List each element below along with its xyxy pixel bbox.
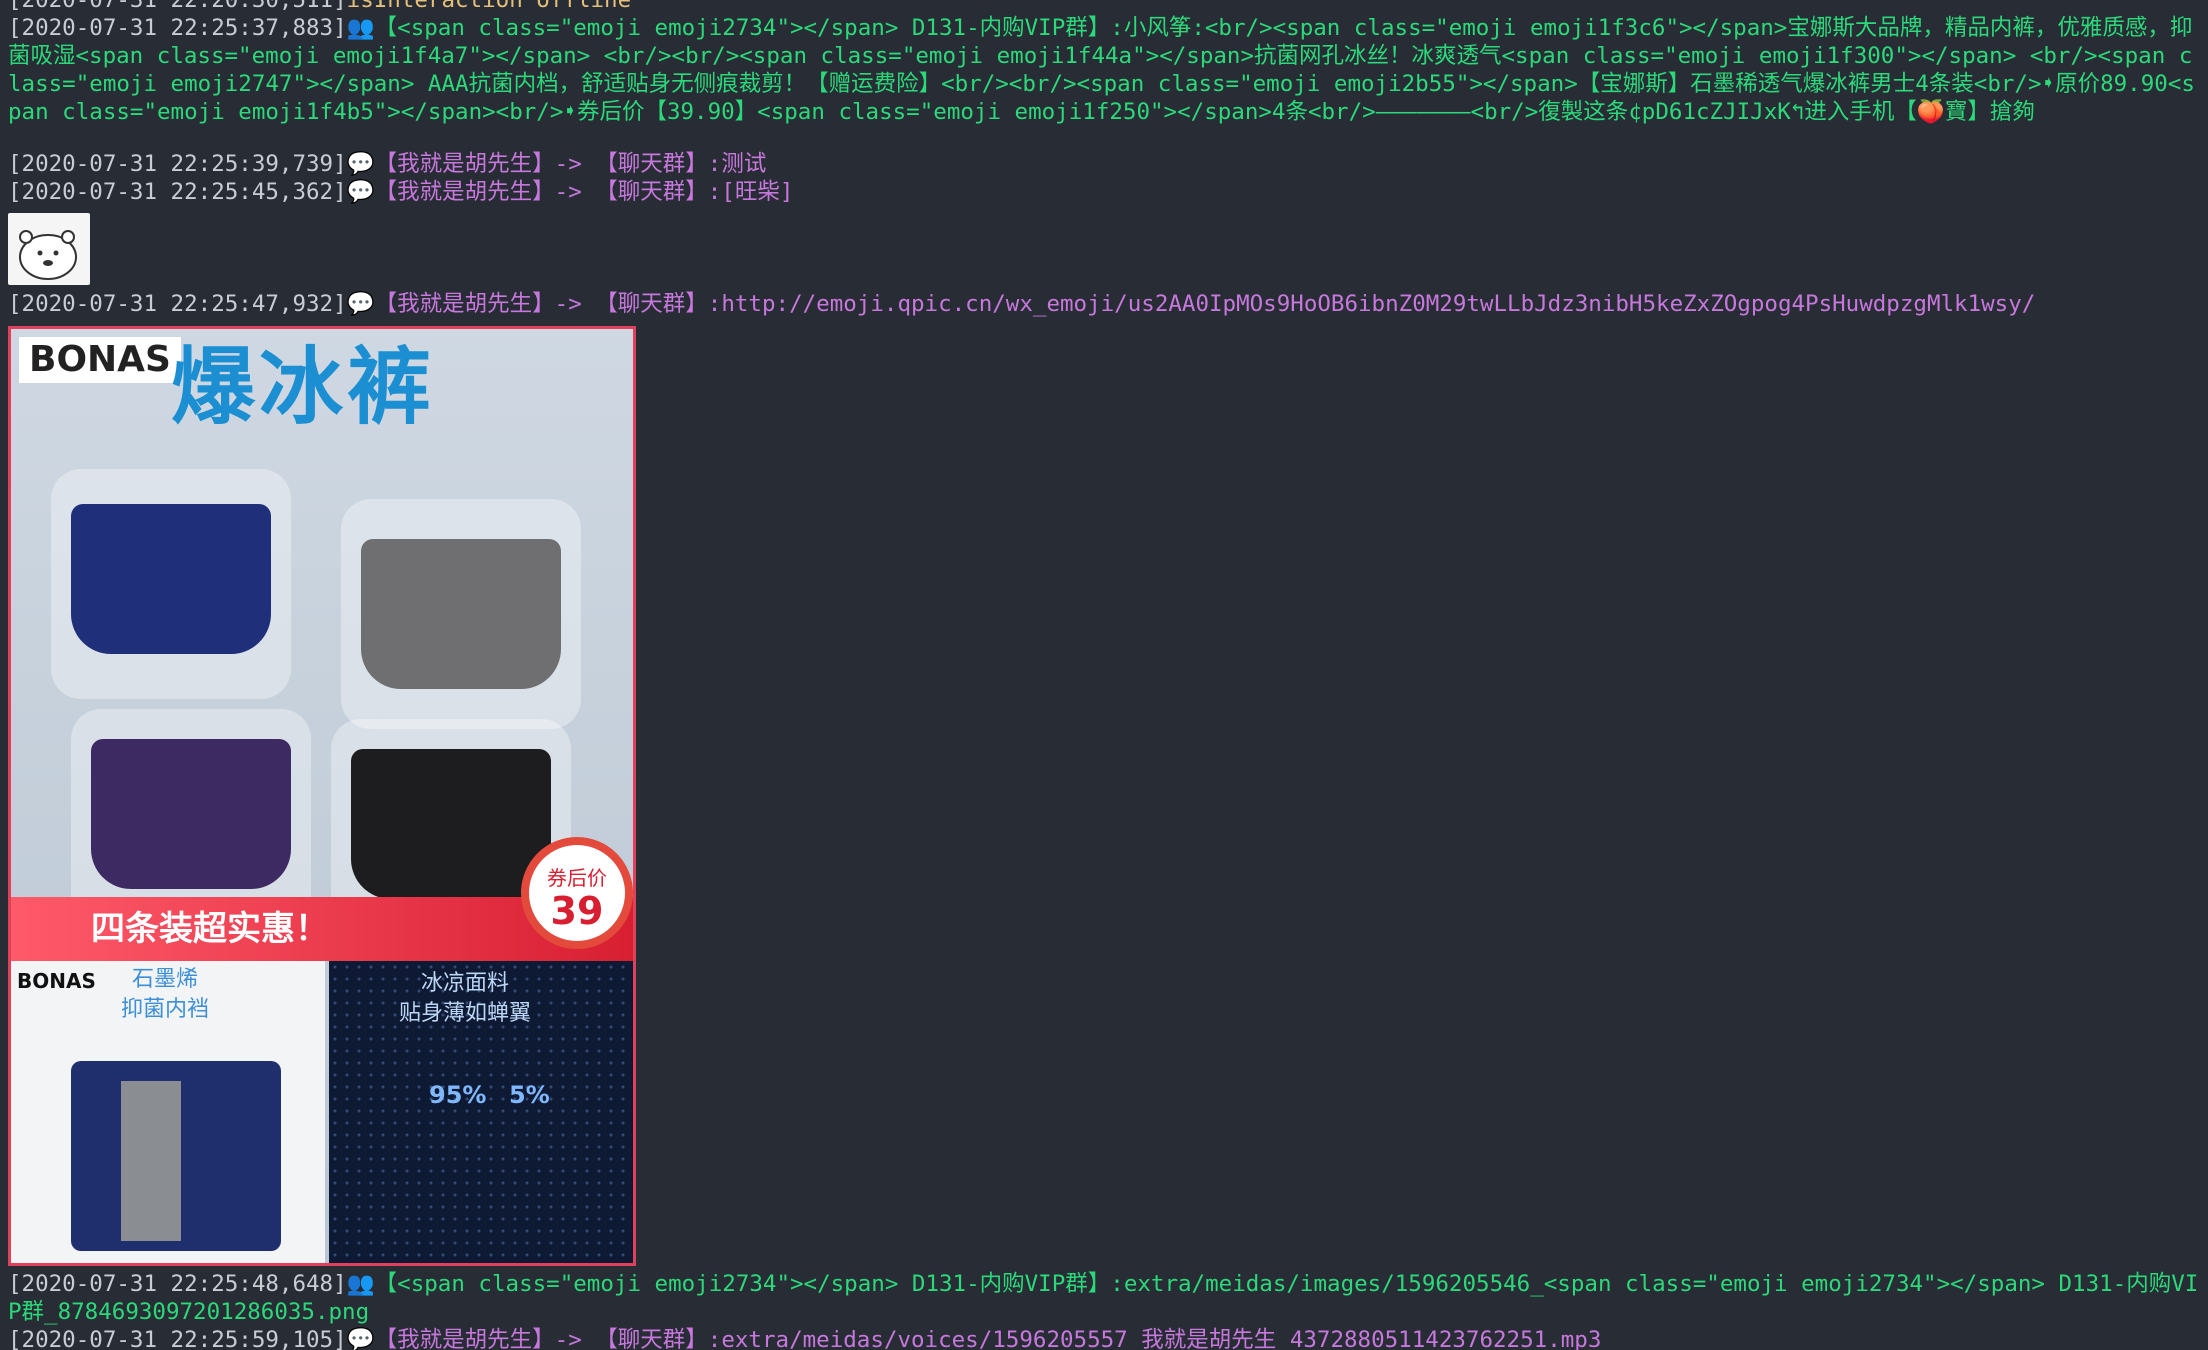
- timestamp: [2020-07-31 22:25:37,883]: [8, 15, 347, 41]
- log-line-group-message: [2020-07-31 22:25:37,883]👥【<span class="…: [8, 14, 2200, 126]
- small-brand-logo: BONAS: [17, 969, 96, 993]
- log-text: isInteraction offline: [346, 0, 632, 13]
- private-message-text[interactable]: 【我就是胡先生】-> 【聊天群】:http://emoji.qpic.cn/wx…: [375, 291, 2036, 317]
- product-navy: [71, 504, 271, 654]
- badge-value: 39: [550, 889, 604, 933]
- timestamp: [2020-07-31 22:25:39,739]: [8, 151, 347, 177]
- log-line-private-message: [2020-07-31 22:25:47,932]💬【我就是胡先生】-> 【聊天…: [8, 290, 2200, 318]
- timestamp: [2020-07-31 22:25:45,362]: [8, 179, 347, 205]
- feature-panel-right: 冰凉面料 贴身薄如蝉翼 95% 5%: [329, 961, 633, 1263]
- product-poster-image[interactable]: BONAS 爆冰裤 四条装超实惠！ 券后价 39 BONAS 石墨烯 抑菌内裆 …: [8, 326, 636, 1266]
- log-line-private-message: [2020-07-31 22:25:59,105]💬【我就是胡先生】-> 【聊天…: [8, 1326, 2200, 1350]
- poster-headline: 爆冰裤: [171, 338, 436, 436]
- timestamp: [2020-07-31 22:25:48,648]: [8, 1271, 347, 1297]
- lining-panel: [121, 1081, 181, 1241]
- group-icon: 👥: [346, 15, 375, 41]
- timestamp: [2020-07-31 22:25:59,105]: [8, 1327, 347, 1350]
- product-gray: [361, 539, 561, 689]
- private-message-text: 【我就是胡先生】-> 【聊天群】:extra/meidas/voices/159…: [374, 1327, 1602, 1350]
- feature-panel-left: BONAS 石墨烯 抑菌内裆: [11, 961, 325, 1263]
- speech-bubble-icon: 💬: [346, 1327, 375, 1350]
- sticker-image[interactable]: [8, 213, 90, 285]
- stat-value: 5%: [509, 1081, 550, 1109]
- speech-bubble-icon: 💬: [346, 151, 375, 177]
- brand-logo: BONAS: [19, 337, 181, 383]
- private-message-text: 【我就是胡先生】-> 【聊天群】:[旺柴]: [374, 179, 794, 205]
- feature-title: 石墨烯 抑菌内裆: [121, 967, 210, 1022]
- speech-bubble-icon: 💬: [346, 179, 375, 205]
- timestamp: [2020-07-31 22:25:47,932]: [8, 291, 347, 317]
- log-line-private-message: [2020-07-31 22:25:45,362]💬【我就是胡先生】-> 【聊天…: [8, 178, 2200, 206]
- private-message-text: 【我就是胡先生】-> 【聊天群】:测试: [374, 151, 767, 177]
- stat-value: 95%: [429, 1081, 487, 1109]
- terminal-window: [2020-07-31 22:20:30,511]isInteraction o…: [0, 0, 2208, 1350]
- speech-bubble-icon: 💬: [346, 291, 375, 317]
- log-line-partial: [2020-07-31 22:20:30,511]isInteraction o…: [8, 0, 2200, 14]
- product-black: [351, 749, 551, 899]
- group-icon: 👥: [346, 1271, 375, 1297]
- price-badge: 券后价 39: [521, 837, 633, 949]
- log-line-private-message: [2020-07-31 22:25:39,739]💬【我就是胡先生】-> 【聊天…: [8, 150, 2200, 178]
- log-line-group-message: [2020-07-31 22:25:48,648]👥【<span class="…: [8, 1270, 2200, 1326]
- feature-title: 冰凉面料 贴身薄如蝉翼: [399, 971, 532, 1026]
- timestamp: [2020-07-31 22:20:30,511]: [8, 0, 347, 13]
- badge-label: 券后价: [547, 866, 607, 890]
- product-purple: [91, 739, 291, 889]
